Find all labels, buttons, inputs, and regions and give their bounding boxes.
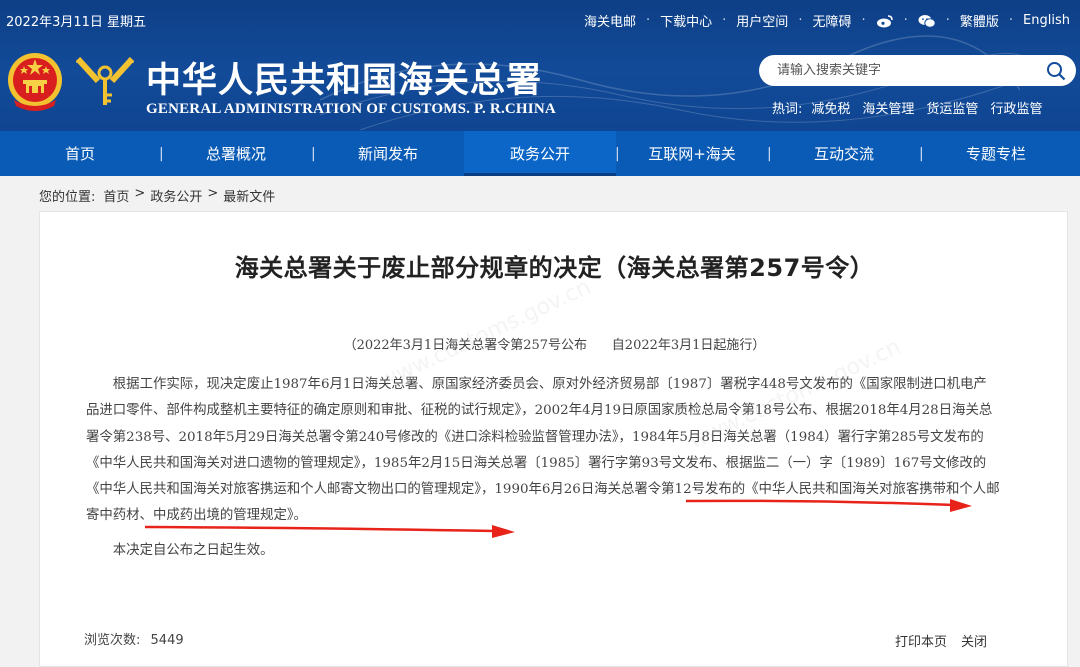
customs-logo-icon: [75, 56, 135, 105]
search-icon[interactable]: [1046, 61, 1066, 81]
nav-interaction[interactable]: 互动交流: [768, 131, 920, 176]
weibo-link[interactable]: [876, 14, 894, 28]
view-count-label: 浏览次数:: [84, 633, 141, 648]
search-input[interactable]: [777, 63, 1032, 78]
separator: ·: [722, 13, 727, 28]
breadcrumb-separator: >: [134, 186, 146, 201]
article-paragraph: 本决定自公布之日起生效。: [112, 542, 274, 558]
article-meta: （2022年3月1日海关总署令第257号公布 自2022年3月1日起施行）: [343, 338, 766, 353]
link-traditional-chinese[interactable]: 繁體版: [960, 11, 999, 30]
hot-keyword[interactable]: 行政监管: [990, 98, 1042, 117]
site-header: 2022年3月11日 星期五 海关电邮 · 下载中心 · 用户空间 · 无障碍 …: [0, 0, 1080, 131]
article-actions: 打印本页 关闭: [881, 631, 987, 650]
article-title: 海关总署关于废止部分规章的决定（海关总署第257号令）: [234, 254, 875, 282]
article-paragraph: 根据工作实际，现决定废止1987年6月1日海关总署、原国家经济委员会、原对外经济…: [86, 377, 1000, 524]
breadcrumb-prefix: 您的位置:: [39, 190, 96, 205]
breadcrumb-latest-docs[interactable]: 最新文件: [223, 186, 275, 205]
article-panel: www.customs.gov.cn www.customs.gov.cn 海关…: [39, 211, 1068, 667]
view-count-value: 5449: [150, 633, 184, 648]
separator: ·: [798, 13, 803, 28]
link-email[interactable]: 海关电邮: [584, 11, 636, 30]
print-button[interactable]: 打印本页: [895, 631, 947, 650]
national-emblem-icon: [8, 53, 62, 111]
nav-internet-customs[interactable]: 互联网+海关: [616, 131, 768, 176]
site-title[interactable]: 中华人民共和国海关总署: [146, 52, 542, 103]
nav-government-affairs[interactable]: 政务公开: [464, 131, 616, 176]
nav-news[interactable]: 新闻发布: [312, 131, 464, 176]
top-links: 海关电邮 · 下载中心 · 用户空间 · 无障碍 · · · 繁體版 · Eng…: [584, 11, 1070, 30]
separator: ·: [1008, 13, 1014, 28]
breadcrumb: 您的位置: 首页 > 政务公开 > 最新文件: [39, 186, 275, 205]
separator: ·: [945, 13, 950, 28]
link-user-space[interactable]: 用户空间: [736, 11, 788, 30]
hot-keywords-label: 热词:: [772, 102, 803, 117]
wechat-link[interactable]: [918, 14, 936, 28]
link-download-center[interactable]: 下载中心: [660, 11, 712, 30]
wechat-icon: [918, 14, 936, 28]
separator: ·: [861, 13, 866, 28]
close-button[interactable]: 关闭: [961, 631, 987, 650]
hot-keyword[interactable]: 减免税: [811, 98, 850, 117]
article-body: 根据工作实际，现决定废止1987年6月1日海关总署、原国家经济委员会、原对外经济…: [86, 372, 1000, 564]
search-box: [759, 55, 1076, 86]
link-accessibility[interactable]: 无障碍: [812, 11, 851, 30]
current-date: 2022年3月11日 星期五: [6, 15, 147, 30]
link-english[interactable]: English: [1023, 13, 1070, 28]
view-count: 浏览次数: 5449: [84, 629, 184, 648]
breadcrumb-government-affairs[interactable]: 政务公开: [150, 186, 202, 205]
nav-overview[interactable]: 总署概况: [160, 131, 312, 176]
weibo-icon: [876, 14, 893, 27]
hot-keyword[interactable]: 海关管理: [862, 98, 914, 117]
separator: ·: [646, 13, 651, 28]
breadcrumb-separator: >: [207, 186, 219, 201]
main-nav: 首页 | 总署概况 | 新闻发布 | 政务公开 | 互联网+海关 | 互动交流 …: [0, 131, 1080, 176]
hot-keyword[interactable]: 货运监管: [926, 98, 978, 117]
site-subtitle: GENERAL ADMINISTRATION OF CUSTOMS. P. R.…: [146, 101, 556, 117]
hot-keywords: 热词: 减免税 海关管理 货运监管 行政监管: [772, 98, 1054, 117]
nav-home[interactable]: 首页: [0, 131, 160, 176]
separator: ·: [903, 13, 908, 28]
breadcrumb-home[interactable]: 首页: [103, 186, 129, 205]
nav-topics[interactable]: 专题专栏: [920, 131, 1072, 176]
